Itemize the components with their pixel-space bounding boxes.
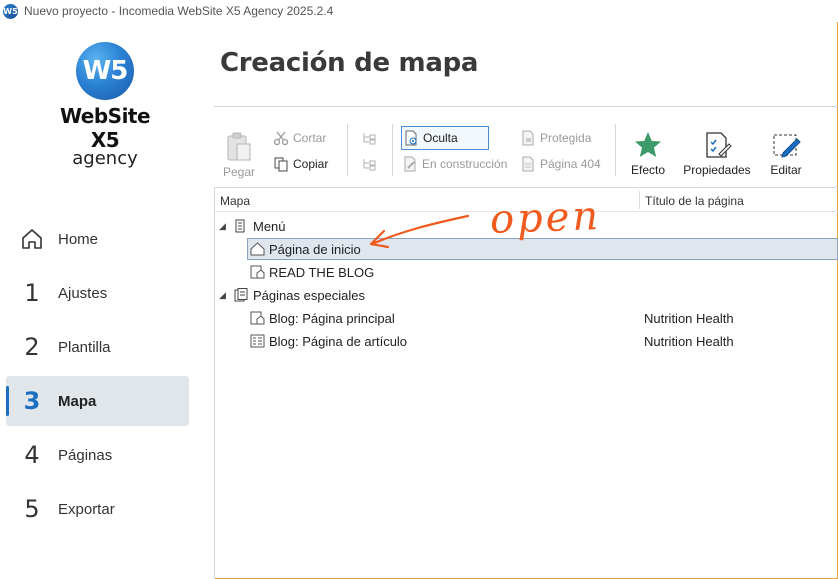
toolbar-separator (392, 124, 393, 176)
nav-item-ajustes[interactable]: 1 Ajustes (6, 268, 189, 318)
copy-icon (272, 156, 290, 172)
home-page-icon (249, 241, 265, 257)
sidebar: W5 WebSite X5 agency Home 1 Ajustes 2 Pl… (0, 22, 214, 579)
hidden-label: Oculta (423, 131, 458, 145)
divider (214, 106, 838, 107)
special-pages-icon (233, 287, 249, 303)
tree-row-menu[interactable]: ◢ Menú (215, 215, 838, 237)
tree-row-label: READ THE BLOG (269, 264, 375, 280)
nav-item-exportar[interactable]: 5 Exportar (6, 484, 189, 534)
nav-label-plantilla: Plantilla (58, 338, 111, 356)
site-map-tree: Mapa Título de la página ◢ Menú Página d… (214, 187, 838, 579)
cut-label: Cortar (293, 131, 327, 145)
move-down-button[interactable] (360, 154, 381, 174)
paste-button[interactable]: Pegar (220, 128, 258, 179)
page404-label: Página 404 (540, 157, 601, 171)
column-header-map[interactable]: Mapa (220, 194, 250, 208)
menu-icon (233, 218, 249, 234)
nav-label-paginas: Páginas (58, 446, 113, 464)
tree-row-blog-main[interactable]: Blog: Página principal Nutrition Health (215, 307, 838, 329)
tree-row-home-page[interactable]: Página de inicio (215, 238, 838, 260)
toolbar-separator (615, 124, 616, 176)
nav-item-mapa[interactable]: 3 Mapa (6, 376, 189, 426)
nav-label-ajustes: Ajustes (58, 284, 108, 302)
under-construction-label: En construcción (422, 157, 508, 171)
nav-item-plantilla[interactable]: 2 Plantilla (6, 322, 189, 372)
copy-label: Copiar (293, 157, 329, 171)
protected-page-icon (519, 130, 537, 146)
edit-icon (767, 126, 805, 160)
nav-label-exportar: Exportar (58, 500, 115, 518)
toolbar: Pegar Cortar Copiar Oculta En construcci… (214, 120, 838, 184)
home-icon (6, 227, 58, 251)
tree-move-icon (360, 156, 378, 172)
effect-label: Efecto (630, 163, 666, 177)
table-header: Mapa Título de la página (215, 188, 838, 212)
logo-name: WebSite X5 (59, 104, 151, 152)
logo-mark: W5 (76, 42, 134, 100)
collapse-arrow-icon[interactable]: ◢ (219, 221, 226, 232)
nav-step-number: 3 (23, 387, 41, 415)
paste-label: Pegar (222, 165, 256, 179)
page-title: Creación de mapa (220, 48, 479, 78)
under-construction-toggle[interactable]: En construcción (401, 154, 507, 174)
column-separator[interactable] (639, 191, 640, 209)
edit-button[interactable]: Editar (767, 126, 805, 177)
step-nav: Home 1 Ajustes 2 Plantilla 3 Mapa 4 Pági… (6, 214, 189, 538)
protected-toggle[interactable]: Protegida (519, 128, 591, 148)
nav-label-home: Home (58, 230, 99, 248)
nav-item-paginas[interactable]: 4 Páginas (6, 430, 189, 480)
window-title: Nuevo proyecto - Incomedia WebSite X5 Ag… (24, 4, 334, 18)
tree-row-read-the-blog[interactable]: READ THE BLOG (215, 261, 838, 283)
page404-toggle[interactable]: Página 404 (519, 154, 601, 174)
copy-button[interactable]: Copiar (272, 154, 328, 174)
tree-row-special-pages[interactable]: ◢ Páginas especiales (215, 284, 838, 306)
tree-row-page-title: Nutrition Health (644, 333, 734, 349)
nav-step-number: 2 (24, 333, 40, 361)
effect-button[interactable]: Efecto (623, 126, 673, 177)
tree-row-label: Blog: Página de artículo (269, 333, 408, 349)
properties-button[interactable]: Propiedades (681, 126, 753, 177)
title-bar: W5 Nuevo proyecto - Incomedia WebSite X5… (0, 0, 838, 22)
toolbar-separator (347, 124, 348, 176)
nav-label-mapa: Mapa (58, 392, 97, 410)
column-header-title[interactable]: Título de la página (645, 194, 744, 208)
app-icon: W5 (3, 3, 18, 19)
blog-page-icon (249, 310, 265, 326)
protected-label: Protegida (540, 131, 592, 145)
logo-edition: agency (72, 148, 138, 169)
collapse-arrow-icon[interactable]: ◢ (219, 290, 226, 301)
tree-row-page-title: Nutrition Health (644, 310, 734, 326)
properties-label: Propiedades (683, 163, 751, 177)
hidden-toggle[interactable]: Oculta (401, 126, 489, 150)
main-panel: Creación de mapa Pegar Cortar Copiar Ocu… (214, 22, 838, 579)
logo: W5 WebSite X5 agency (50, 42, 160, 169)
tree-row-blog-article[interactable]: Blog: Página de artículo Nutrition Healt… (215, 330, 838, 352)
cut-button[interactable]: Cortar (272, 128, 326, 148)
blog-page-icon (249, 264, 265, 280)
construction-icon (401, 156, 419, 172)
tree-row-label: Páginas especiales (253, 287, 366, 303)
nav-item-home[interactable]: Home (6, 214, 189, 264)
nav-step-number: 1 (24, 279, 40, 307)
tree-row-label: Blog: Página principal (269, 310, 395, 326)
page404-icon (519, 156, 537, 172)
article-page-icon (249, 333, 265, 349)
edit-label: Editar (770, 163, 802, 177)
move-up-button[interactable] (360, 128, 381, 148)
tree-row-label: Página de inicio (269, 241, 361, 257)
clipboard-icon (220, 128, 258, 162)
properties-icon (681, 126, 753, 160)
tree-row-label: Menú (253, 218, 286, 234)
scissors-icon (272, 130, 290, 146)
tree-move-icon (360, 130, 378, 146)
hidden-page-icon (402, 130, 420, 146)
nav-step-number: 4 (24, 441, 40, 469)
nav-step-number: 5 (24, 495, 40, 523)
star-icon (623, 126, 673, 160)
